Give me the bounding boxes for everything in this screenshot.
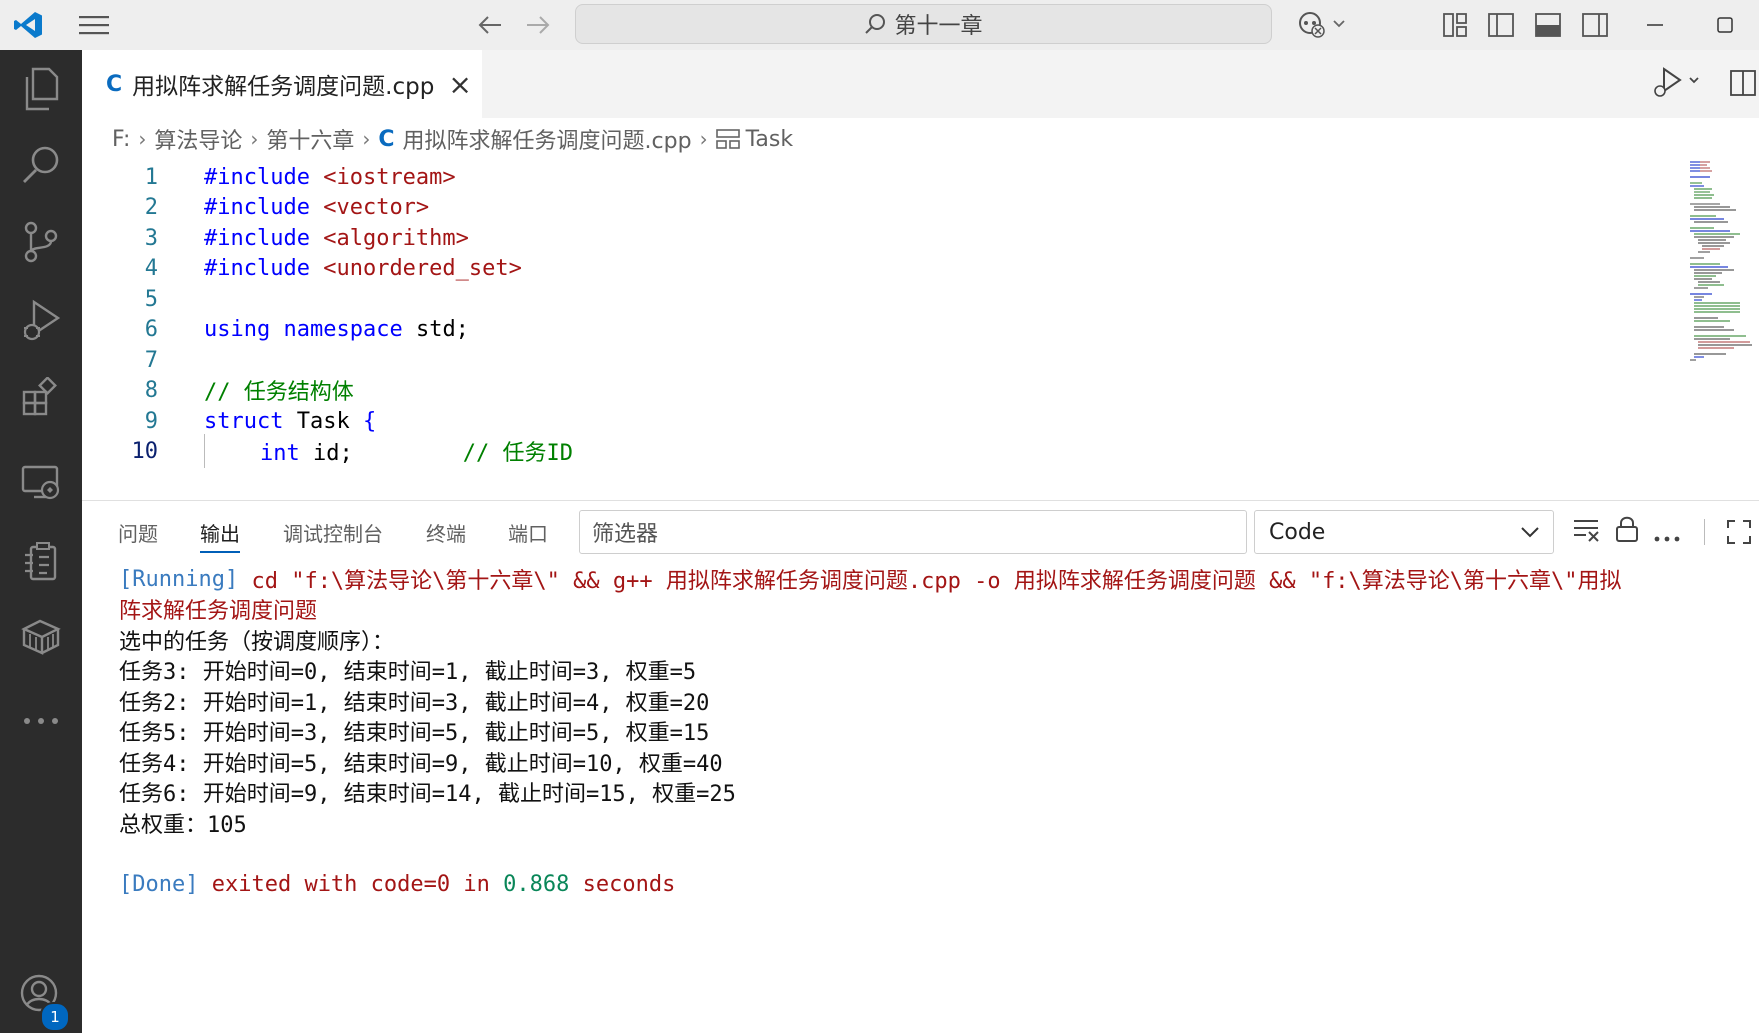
breadcrumb: F: › 算法导论 › 第十六章 › C 用拟阵求解任务调度问题.cpp › T… <box>82 118 1682 160</box>
code-line: 3 #include <algorithm> <box>82 221 469 255</box>
tab-terminal[interactable]: 终端 <box>426 501 466 563</box>
chevron-right-icon: › <box>362 127 371 151</box>
output-line: 任务2: 开始时间=1, 结束时间=3, 截止时间=4, 权重=20 <box>119 691 710 716</box>
output-filter-input[interactable]: 筛选器 <box>579 510 1247 554</box>
minimap[interactable] <box>1690 160 1759 380</box>
run-code-icon[interactable] <box>1650 64 1706 104</box>
command-center-search[interactable]: 第十一章 <box>575 4 1272 44</box>
maximize-panel-icon[interactable] <box>1726 519 1754 547</box>
accounts-icon[interactable]: 1 <box>0 960 82 1032</box>
line-number: 7 <box>144 347 158 373</box>
output-line: [Done] exited with code=0 in 0.868 secon… <box>119 871 676 897</box>
customize-layout-icon[interactable] <box>1440 0 1470 50</box>
title-bar: 第十一章 <box>0 0 1759 51</box>
line-number: 10 <box>131 438 159 464</box>
code-line: 6 using namespace std; <box>82 312 469 346</box>
line-number: 1 <box>144 164 158 190</box>
breadcrumb-folder-1[interactable]: 算法导论 <box>154 123 242 155</box>
code-line: 8 // 任务结构体 <box>82 373 354 407</box>
tab-ports[interactable]: 端口 <box>508 501 548 563</box>
menu-icon[interactable] <box>74 0 114 50</box>
line-number: 4 <box>144 255 158 281</box>
output-line: 阵求解任务调度问题 <box>119 599 318 624</box>
output-line: 总权重：105 <box>119 813 247 838</box>
split-editor-icon[interactable] <box>1730 70 1759 100</box>
run-and-debug-icon[interactable] <box>0 285 82 355</box>
command-center-text: 第十一章 <box>894 14 983 39</box>
explorer-icon[interactable] <box>0 54 82 124</box>
accounts-badge: 1 <box>40 1002 70 1032</box>
struct-symbol-icon <box>715 129 740 149</box>
tab-output[interactable]: 输出 <box>200 501 240 563</box>
tab-title: 用拟阵求解任务调度问题.cpp <box>132 74 435 100</box>
output-line: 任务5: 开始时间=3, 结束时间=5, 截止时间=5, 权重=15 <box>119 721 710 746</box>
clear-output-icon[interactable] <box>1572 517 1602 547</box>
output-line: 任务4: 开始时间=5, 结束时间=9, 截止时间=10, 权重=40 <box>119 752 723 777</box>
containers-icon[interactable] <box>0 602 82 672</box>
copilot-icon[interactable] <box>1294 0 1354 50</box>
lock-scroll-icon[interactable] <box>1615 515 1645 547</box>
tab-problems[interactable]: 问题 <box>118 501 158 563</box>
breadcrumb-symbol[interactable]: Task <box>746 127 793 152</box>
output-line: 选中的任务（按调度顺序）： <box>119 630 395 655</box>
code-line: 4 #include <unordered_set> <box>82 251 522 285</box>
chevron-right-icon: › <box>699 127 708 151</box>
maximize-icon[interactable] <box>1710 0 1740 50</box>
minimize-icon[interactable] <box>1640 0 1670 50</box>
toggle-secondary-sidebar-icon[interactable] <box>1580 0 1610 50</box>
editor-tab-bar: C 用拟阵求解任务调度问题.cpp × <box>82 50 1759 118</box>
line-number: 6 <box>144 316 158 342</box>
code-line: 7 <box>82 343 158 377</box>
code-line: 9 struct Task { <box>82 404 376 438</box>
output-view[interactable]: [Running] cd "f:\算法导论\第十六章\" && g++ 用拟阵求… <box>119 562 1759 1032</box>
extensions-icon[interactable] <box>0 362 82 432</box>
breadcrumb-file[interactable]: 用拟阵求解任务调度问题.cpp <box>403 123 692 155</box>
back-arrow-icon[interactable] <box>472 0 508 50</box>
output-channel-select[interactable]: Code <box>1254 510 1554 554</box>
search-icon <box>864 13 886 35</box>
code-line: 10 int id;// 任务ID <box>82 434 573 468</box>
line-number: 9 <box>144 408 158 434</box>
code-line: 5 <box>82 282 158 316</box>
remote-explorer-icon[interactable] <box>0 448 82 518</box>
testing-icon[interactable] <box>0 526 82 596</box>
code-editor[interactable]: 1 #include <iostream> 2 #include <vector… <box>82 160 1682 500</box>
code-line: 2 #include <vector> <box>82 190 429 224</box>
line-number: 3 <box>144 225 158 251</box>
toggle-primary-sidebar-icon[interactable] <box>1486 0 1516 50</box>
editor-tab-active[interactable]: C 用拟阵求解任务调度问题.cpp × <box>82 50 482 118</box>
output-line: 任务6: 开始时间=9, 结束时间=14, 截止时间=15, 权重=25 <box>119 782 736 807</box>
code-line: 1 #include <iostream> <box>82 160 456 194</box>
line-number: 8 <box>144 377 158 403</box>
forward-arrow-icon[interactable] <box>520 0 556 50</box>
tab-close-icon[interactable]: × <box>448 68 471 101</box>
tab-debug-console[interactable]: 调试控制台 <box>283 501 383 563</box>
chevron-right-icon: › <box>138 127 147 151</box>
panel-divider-vertical <box>1704 519 1705 545</box>
toggle-panel-icon[interactable] <box>1533 0 1563 50</box>
output-line: [Running] cd "f:\算法导论\第十六章\" && g++ 用拟阵求… <box>119 566 1622 595</box>
more-icon[interactable] <box>0 686 82 756</box>
cpp-file-icon: C <box>378 126 395 152</box>
chevron-down-icon <box>1521 526 1539 538</box>
breadcrumb-folder-2[interactable]: 第十六章 <box>266 123 354 155</box>
activity-bar: 1 <box>0 50 82 1033</box>
breadcrumb-drive[interactable]: F: <box>112 127 130 152</box>
chevron-right-icon: › <box>250 127 259 151</box>
panel-header: 问题 输出 调试控制台 终端 端口 筛选器 Code <box>82 501 1759 563</box>
line-number: 5 <box>144 286 158 312</box>
line-number: 2 <box>144 194 158 220</box>
vscode-logo-icon <box>8 0 48 50</box>
output-channel-value: Code <box>1269 519 1326 545</box>
cpp-file-icon: C <box>106 71 123 97</box>
search-icon[interactable] <box>0 130 82 200</box>
output-line: 任务3: 开始时间=0, 结束时间=1, 截止时间=3, 权重=5 <box>119 660 697 685</box>
more-actions-icon[interactable] <box>1654 527 1684 542</box>
source-control-icon[interactable] <box>0 207 82 277</box>
